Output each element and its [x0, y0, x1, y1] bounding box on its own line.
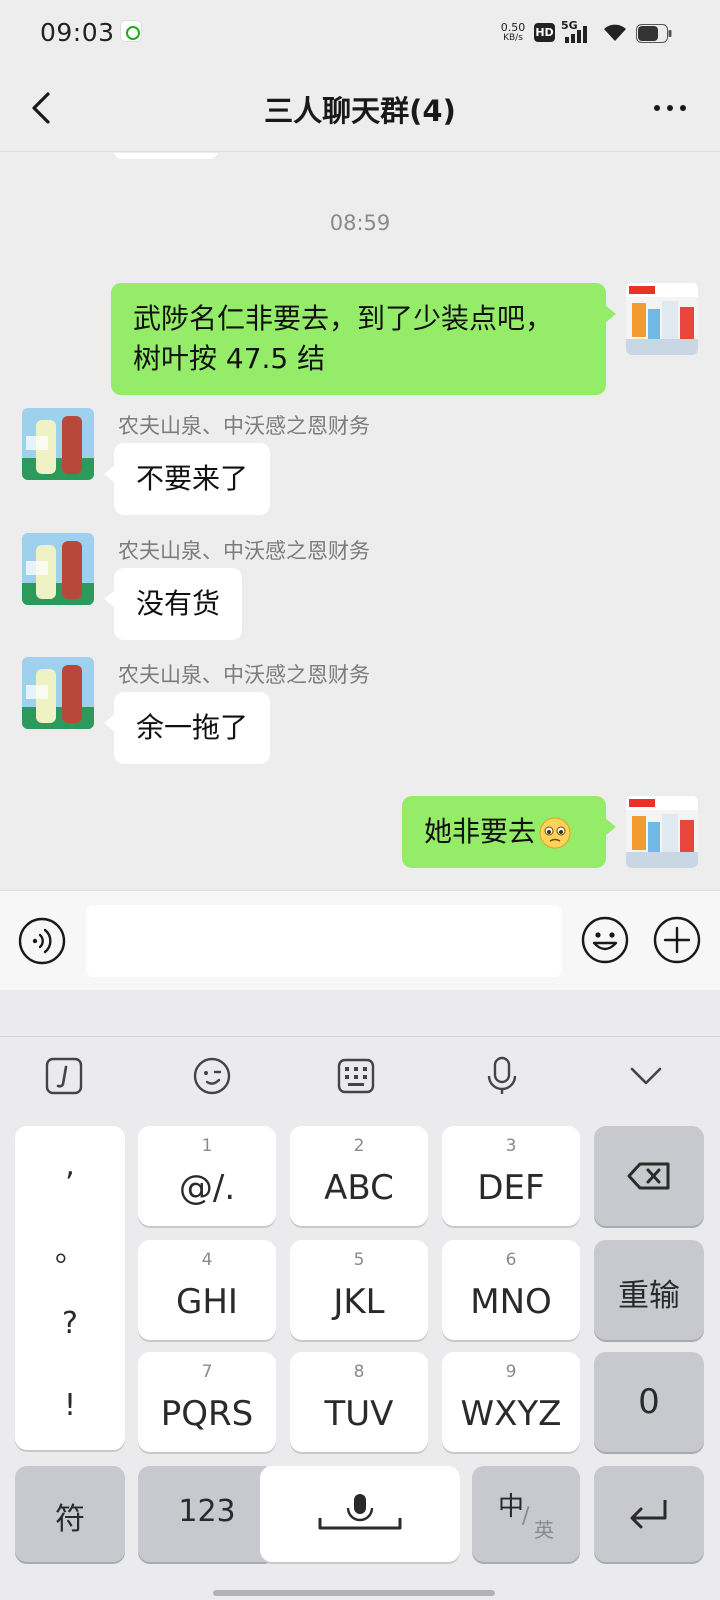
key-label: 符 — [55, 1502, 85, 1537]
battery-icon — [636, 24, 672, 43]
handwriting-icon[interactable] — [42, 1054, 86, 1098]
key-label: 0 — [638, 1382, 660, 1422]
my-avatar[interactable] — [626, 283, 698, 355]
ime-keyboard: , 。 ? ! 1 @/. 2 ABC 3 DEF 4 GHI 5 JKL 6 … — [0, 990, 720, 1600]
collapse-keyboard-icon[interactable] — [624, 1054, 668, 1098]
incoming-message-bubble[interactable]: 不要来了 — [103, 443, 271, 515]
symbol-key[interactable]: 符 — [15, 1466, 125, 1562]
key-number: 3 — [505, 1136, 517, 1156]
punctuation-key-exclamation[interactable]: ! — [15, 1388, 125, 1423]
key-2[interactable]: 2 ABC — [290, 1126, 428, 1226]
key-label: DEF — [477, 1168, 545, 1208]
sender-avatar[interactable] — [22, 533, 94, 605]
message-text-line: 武陟名仁非要去，到了少装点吧， — [133, 302, 554, 335]
previous-message-bubble[interactable] — [114, 153, 218, 159]
key-6[interactable]: 6 MNO — [442, 1240, 580, 1340]
key-7[interactable]: 7 PQRS — [138, 1352, 276, 1452]
hd-badge: HD — [534, 23, 555, 42]
key-number: 9 — [505, 1362, 517, 1382]
key-label: @/. — [178, 1168, 236, 1208]
network-speed-unit: KB/s — [503, 33, 523, 43]
keyboard-emoji-icon[interactable] — [190, 1054, 234, 1098]
network-speed-value: 0.50 — [500, 21, 526, 34]
message-text-line: 树叶按 47.5 结 — [133, 342, 326, 375]
sender-name: 农夫山泉、中沃感之恩财务 — [118, 663, 370, 687]
key-number: 6 — [505, 1250, 517, 1270]
sender-name: 农夫山泉、中沃感之恩财务 — [118, 539, 370, 563]
keyboard-layout-icon[interactable] — [334, 1054, 378, 1098]
key-9[interactable]: 9 WXYZ — [442, 1352, 580, 1452]
network-speed: 0.50 KB/s — [496, 22, 530, 44]
incoming-message-bubble[interactable]: 余一拖了 — [103, 692, 271, 764]
key-4[interactable]: 4 GHI — [138, 1240, 276, 1340]
voice-input-icon[interactable] — [18, 917, 66, 965]
key-label: JKL — [333, 1282, 385, 1322]
key-label: MNO — [470, 1282, 552, 1322]
lang-en-label: 英 — [534, 1518, 554, 1542]
key-3[interactable]: 3 DEF — [442, 1126, 580, 1226]
app-notification-icon — [120, 20, 142, 42]
lang-cn-label: 中 — [498, 1492, 525, 1522]
key-number: 8 — [353, 1362, 365, 1382]
key-number: 7 — [201, 1362, 213, 1382]
enter-icon — [630, 1500, 667, 1529]
punctuation-key-period[interactable]: 。 — [15, 1226, 125, 1270]
wifi-icon — [604, 24, 626, 41]
emoji-icon[interactable] — [580, 915, 630, 965]
key-label: TUV — [324, 1394, 394, 1434]
backspace-key[interactable] — [594, 1126, 704, 1226]
key-label: 123 — [178, 1494, 236, 1529]
plus-icon[interactable] — [652, 915, 702, 965]
outgoing-message-bubble[interactable]: 她非要去 — [402, 796, 616, 868]
key-number: 4 — [201, 1250, 213, 1270]
key-5[interactable]: 5 JKL — [290, 1240, 428, 1340]
microphone-icon[interactable] — [480, 1054, 524, 1098]
language-switch-key[interactable]: 中 / 英 — [472, 1466, 580, 1562]
message-input[interactable] — [86, 905, 562, 977]
key-label: 重输 — [618, 1278, 680, 1314]
key-number: 1 — [201, 1136, 213, 1156]
reinput-key[interactable]: 重输 — [594, 1240, 704, 1340]
space-voice-icon — [318, 1494, 402, 1530]
incoming-message-bubble[interactable]: 没有货 — [103, 568, 243, 640]
signal-5g-icon: 5G — [561, 19, 593, 45]
key-label: WXYZ — [460, 1394, 562, 1434]
enter-key[interactable] — [594, 1466, 704, 1562]
key-number: 2 — [353, 1136, 365, 1156]
my-avatar[interactable] — [626, 796, 698, 868]
punctuation-column[interactable]: , 。 ? ! — [15, 1126, 125, 1450]
message-list[interactable]: 08:59 武陟名仁非要去，到了少装点吧， 树叶按 47.5 结 农夫山泉、中沃… — [0, 153, 720, 890]
outgoing-message-bubble[interactable]: 武陟名仁非要去，到了少装点吧， 树叶按 47.5 结 — [111, 283, 616, 395]
lang-separator: / — [522, 1504, 530, 1529]
sender-avatar[interactable] — [22, 657, 94, 729]
status-bar: 09:03 0.50 KB/s HD 5G — [0, 0, 720, 66]
keyboard-divider — [0, 1036, 720, 1037]
key-8[interactable]: 8 TUV — [290, 1352, 428, 1452]
pleading-face-icon — [539, 817, 571, 849]
home-indicator[interactable] — [213, 1590, 495, 1596]
backspace-icon — [627, 1162, 670, 1190]
key-label: GHI — [176, 1282, 238, 1322]
back-arrow-icon[interactable] — [26, 88, 56, 128]
more-options-icon[interactable] — [650, 96, 690, 120]
chat-title: 三人聊天群(4) — [264, 94, 456, 128]
key-label: ABC — [324, 1168, 394, 1208]
message-input-bar — [0, 890, 720, 990]
punctuation-key-question[interactable]: ? — [15, 1306, 125, 1341]
sender-avatar[interactable] — [22, 408, 94, 480]
message-text: 她非要去 — [424, 815, 537, 848]
message-timestamp: 08:59 — [329, 211, 391, 235]
punctuation-key-comma[interactable]: , — [15, 1148, 125, 1183]
chat-header: 三人聊天群(4) — [0, 66, 720, 152]
key-1[interactable]: 1 @/. — [138, 1126, 276, 1226]
space-key[interactable] — [260, 1466, 460, 1562]
status-time: 09:03 — [40, 18, 115, 47]
number-mode-key[interactable]: 123 — [138, 1466, 276, 1562]
key-label: PQRS — [160, 1394, 254, 1434]
key-number: 5 — [353, 1250, 365, 1270]
sender-name: 农夫山泉、中沃感之恩财务 — [118, 414, 370, 438]
key-0[interactable]: 0 — [594, 1352, 704, 1452]
